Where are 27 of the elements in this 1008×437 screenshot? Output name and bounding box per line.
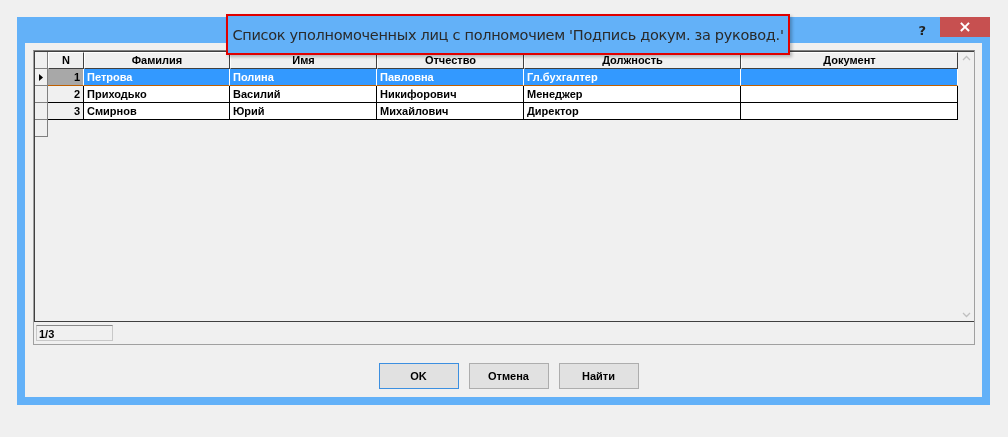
record-position: 1/3 xyxy=(36,325,113,341)
table-cell: Василий xyxy=(230,86,377,103)
table-cell: Михайлович xyxy=(377,103,524,120)
table-cell: Приходько xyxy=(84,86,230,103)
table-cell: Павловна xyxy=(377,69,524,86)
table-cell: Смирнов xyxy=(84,103,230,120)
close-button[interactable]: × xyxy=(940,17,990,37)
table-cell: Директор xyxy=(524,103,741,120)
table-cell: Петрова xyxy=(84,69,230,86)
table-cell: Юрий xyxy=(230,103,377,120)
table-cell: Полина xyxy=(230,69,377,86)
column-header[interactable]: N xyxy=(48,52,84,69)
column-header[interactable]: Документ xyxy=(741,52,958,69)
dialog-button[interactable]: Отмена xyxy=(468,363,549,389)
table-cell: Никифорович xyxy=(377,86,524,103)
dialog-button[interactable]: Найти xyxy=(558,363,639,389)
window-title: Список уполномоченных лиц с полномочием 'Подпись докум. за руковод.' xyxy=(226,14,790,55)
row-indicator[interactable] xyxy=(35,69,48,86)
table-cell: Гл.бухгалтер xyxy=(524,69,741,86)
row-number: 2 xyxy=(48,86,84,103)
row-number: 3 xyxy=(48,103,84,120)
help-button[interactable]: ? xyxy=(918,22,926,38)
table-cell: Менеджер xyxy=(524,86,741,103)
current-row-icon xyxy=(39,73,43,81)
dialog-button[interactable]: OK xyxy=(378,363,459,389)
row-number: 1 xyxy=(48,69,84,86)
column-header[interactable]: Фамилия xyxy=(84,52,230,69)
